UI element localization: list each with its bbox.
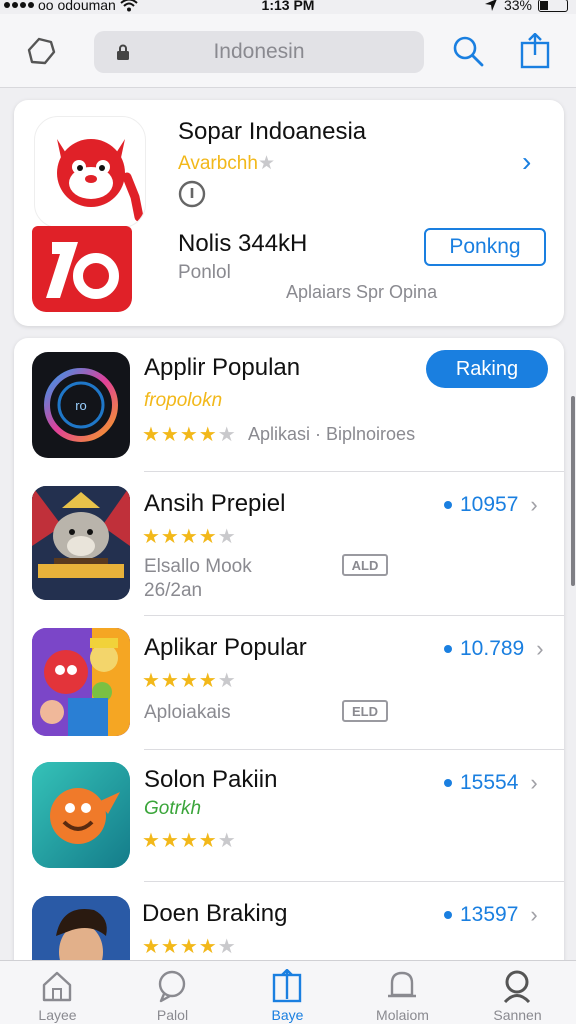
item-count[interactable]: 10957 › xyxy=(444,492,538,518)
item-count-text: 15554 xyxy=(460,771,519,794)
dot-icon xyxy=(444,779,452,787)
list-header-meta: Aplikasi · Biplnoiroes xyxy=(248,424,416,444)
search-text: Indonesin xyxy=(213,40,305,63)
chevron-right-icon: › xyxy=(536,636,544,661)
battery-icon xyxy=(538,0,568,12)
svg-text:ro: ro xyxy=(75,398,87,413)
item-count[interactable]: 10.789 › xyxy=(444,636,544,662)
share-icon[interactable] xyxy=(515,31,555,71)
nav-bar: Indonesin xyxy=(0,14,576,88)
info-icon[interactable] xyxy=(178,180,206,213)
dot-icon xyxy=(444,645,452,653)
rating-stars: ★★★★★ xyxy=(142,526,237,548)
tab-bar: Layee Palol Baye Molaiom Sannen xyxy=(0,960,576,1024)
featured-size: Nolis 344kH xyxy=(178,230,308,257)
dot-icon xyxy=(444,501,452,509)
item-line2: 26/2an xyxy=(144,580,203,601)
list-header-row[interactable]: ro Applir Populan fropolokn ★★★★★ Aplika… xyxy=(14,338,564,472)
star-icon: ★ xyxy=(257,153,275,174)
chevron-right-icon: › xyxy=(530,492,538,517)
item-title: Aplikar Popular xyxy=(144,634,307,661)
chevron-right-icon[interactable]: › xyxy=(522,146,531,178)
tag-icon[interactable] xyxy=(20,31,60,71)
tab-sannen[interactable]: Sannen xyxy=(460,961,575,1024)
featured-category: Ponlol xyxy=(178,262,231,283)
featured-percent-icon xyxy=(32,226,132,312)
app-icon-ring: ro xyxy=(32,352,130,458)
featured-get-button[interactable]: Ponkng xyxy=(424,228,546,266)
tab-label: Palol xyxy=(156,1007,189,1023)
featured-title: Sopar Indoanesia xyxy=(178,118,367,145)
book-icon xyxy=(272,969,302,1003)
featured-app-card[interactable]: Sopar Indoanesia Avarbchh★ › Nolis 344kH… xyxy=(14,100,564,326)
location-icon xyxy=(484,0,497,11)
tab-baye[interactable]: Baye xyxy=(230,961,345,1024)
status-bar: oo odouman 1:13 PM 33% xyxy=(0,0,576,14)
rating-stars: ★★★★★ xyxy=(142,936,237,958)
item-count-text: 10.789 xyxy=(460,637,525,660)
chevron-right-icon: › xyxy=(530,770,538,795)
search-input[interactable]: Indonesin xyxy=(94,31,424,73)
item-count[interactable]: 15554 › xyxy=(444,770,538,796)
app-icon-smiley xyxy=(32,762,130,868)
popular-apps-list: ro Applir Populan fropolokn ★★★★★ Aplika… xyxy=(14,338,564,978)
app-icon-characters xyxy=(32,628,130,736)
tab-label: Layee xyxy=(38,1007,77,1023)
featured-caption: Aplaiars Spr Opina xyxy=(286,282,438,302)
item-badge: ELD xyxy=(342,700,388,722)
dot-icon xyxy=(444,911,452,919)
list-header-title: Applir Populan xyxy=(144,354,301,381)
featured-mascot-icon xyxy=(34,116,146,228)
rating-stars: ★★★★★ xyxy=(142,670,237,692)
item-badge: ALD xyxy=(342,554,388,576)
tab-label: Molaiom xyxy=(376,1007,429,1023)
list-item[interactable]: Ansih Prepiel ★★★★★ Elsallo Mook 26/2an … xyxy=(14,472,564,616)
item-subtitle: Gotrkh xyxy=(144,798,202,819)
search-icon[interactable] xyxy=(448,31,488,71)
featured-subtitle-text: Avarbchh xyxy=(178,153,258,174)
tab-label: Baye xyxy=(271,1007,304,1023)
lock-icon xyxy=(117,44,129,60)
list-header-subtitle: fropolokn xyxy=(144,390,223,411)
item-title: Doen Braking xyxy=(142,900,288,927)
ranking-button[interactable]: Raking xyxy=(426,350,548,388)
item-line1: Aploiakais xyxy=(144,702,231,723)
rating-stars: ★★★★★ xyxy=(142,424,237,446)
home-icon xyxy=(42,971,72,1002)
item-title: Ansih Prepiel xyxy=(144,490,286,517)
item-count[interactable]: 13597 › xyxy=(444,902,538,928)
tab-molaiom[interactable]: Molaiom xyxy=(345,961,460,1024)
app-icon-wolf xyxy=(32,486,130,600)
tab-layee[interactable]: Layee xyxy=(0,961,115,1024)
list-item[interactable]: Solon Pakiin Gotrkh ★★★★★ 15554 › xyxy=(14,750,564,882)
item-title: Solon Pakiin xyxy=(144,766,278,793)
tab-palol[interactable]: Palol xyxy=(115,961,230,1024)
featured-subtitle: Avarbchh★ xyxy=(178,152,275,175)
chevron-right-icon: › xyxy=(530,902,538,927)
item-count-text: 10957 xyxy=(460,493,519,516)
tab-label: Sannen xyxy=(493,1007,542,1023)
notification-icon xyxy=(388,971,416,998)
chat-icon xyxy=(158,970,186,1003)
list-item[interactable]: Aplikar Popular ★★★★★ Aploiakais ELD 10.… xyxy=(14,616,564,750)
scrollbar[interactable] xyxy=(571,396,575,586)
item-line1: Elsallo Mook xyxy=(144,556,252,577)
battery-percent: 33% xyxy=(503,0,532,13)
profile-icon xyxy=(503,970,531,1003)
rating-stars: ★★★★★ xyxy=(142,830,237,852)
item-count-text: 13597 xyxy=(460,903,519,926)
